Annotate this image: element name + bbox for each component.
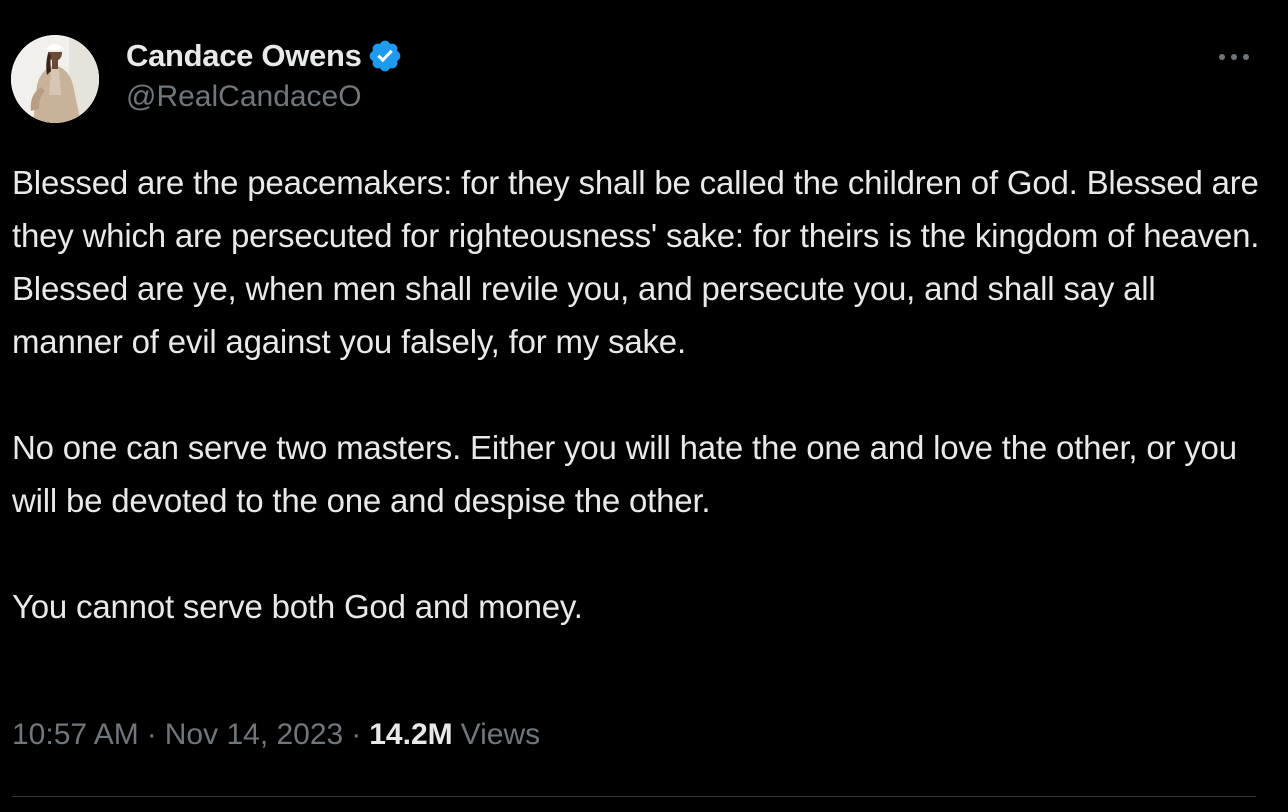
tweet: Candace Owens @RealCandaceO Blessed are … [0, 0, 1288, 812]
ellipsis-icon [1219, 54, 1249, 60]
views-count[interactable]: 14.2M [369, 718, 452, 752]
more-options-button[interactable] [1214, 40, 1254, 74]
tweet-time[interactable]: 10:57 AM [12, 718, 139, 752]
tweet-paragraph: You cannot serve both God and money. [12, 588, 583, 625]
author-avatar[interactable] [11, 35, 99, 123]
verified-badge-icon[interactable] [367, 38, 403, 74]
author-handle[interactable]: @RealCandaceO [126, 80, 403, 114]
meta-separator: · [351, 718, 362, 751]
tweet-paragraph: No one can serve two masters. Either you… [12, 429, 1237, 519]
author-display-name[interactable]: Candace Owens [126, 38, 362, 74]
views-label[interactable]: Views [461, 718, 540, 752]
meta-separator: · [146, 718, 157, 751]
tweet-paragraph: Blessed are the peacemakers: for they sh… [12, 164, 1260, 360]
tweet-header: Candace Owens @RealCandaceO [126, 36, 403, 114]
name-row: Candace Owens [126, 36, 403, 76]
divider [12, 796, 1256, 797]
tweet-date[interactable]: Nov 14, 2023 [165, 718, 343, 752]
tweet-meta: 10:57 AM · Nov 14, 2023 · 14.2M Views [12, 718, 540, 752]
profile-photo-icon [11, 35, 99, 123]
tweet-text: Blessed are the peacemakers: for they sh… [12, 156, 1262, 633]
